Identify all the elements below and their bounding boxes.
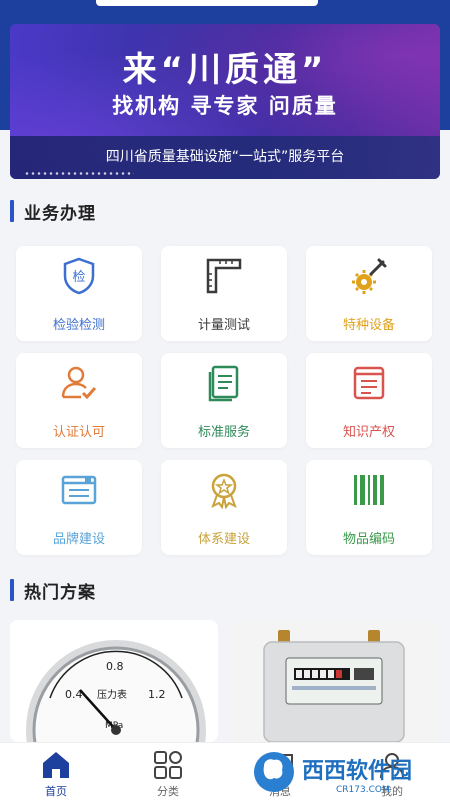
banner-platform-text: 四川省质量基础设施“一站式”服务平台	[105, 149, 345, 165]
banner-title: 来“川质通”	[122, 50, 328, 90]
svg-text:检: 检	[72, 270, 85, 285]
document-icon	[208, 365, 239, 402]
search-bar[interactable]	[96, 0, 318, 6]
gas-meter-image	[230, 620, 440, 742]
barcode-icon	[354, 475, 384, 505]
grid-icon	[154, 751, 182, 779]
hot-section-title: 热门方案	[10, 578, 96, 603]
business-section-title: 业务办理	[10, 199, 96, 224]
service-card-standards[interactable]: 标准服务	[161, 353, 287, 448]
service-label: 知识产权	[342, 425, 395, 440]
section-accent-bar	[10, 579, 14, 601]
service-label: 特种设备	[342, 318, 395, 333]
site-watermark: 西西软件园 CR173.COM	[254, 752, 412, 795]
service-label: 检验检测	[52, 318, 105, 333]
service-label: 物品编码	[342, 532, 395, 547]
service-card-ip[interactable]: 知识产权	[306, 353, 432, 448]
book-icon	[353, 366, 385, 400]
tab-home[interactable]: 首页	[0, 743, 112, 800]
service-label: 认证认可	[52, 425, 105, 440]
service-card-metrology[interactable]: 计量测试	[161, 246, 287, 341]
product-card-gas-meter[interactable]	[230, 620, 440, 742]
service-label: 体系建设	[197, 532, 250, 547]
tab-label: 首页	[45, 785, 67, 798]
tab-category[interactable]: 分类	[112, 743, 224, 800]
user-check-icon	[61, 366, 97, 400]
service-card-inspection[interactable]: 检 检验检测	[16, 246, 142, 341]
business-title-text: 业务办理	[24, 203, 96, 224]
service-card-special-equipment[interactable]: 特种设备	[306, 246, 432, 341]
section-accent-bar	[10, 200, 14, 222]
service-card-brand[interactable]: 品牌建设	[16, 460, 142, 555]
banner-dots	[24, 172, 134, 175]
pressure-gauge-image: 0.4 0.8 1.2 压力表 MPa	[26, 640, 206, 742]
gauge-tick-label: 0.8	[106, 660, 124, 673]
ruler-square-icon	[206, 258, 242, 294]
service-label: 品牌建设	[52, 532, 105, 547]
watermark-url: CR173.COM	[336, 785, 390, 795]
gauge-tick-label: 1.2	[148, 688, 166, 701]
service-label: 计量测试	[197, 318, 250, 333]
watermark-text: 西西软件园	[302, 758, 412, 784]
service-label: 标准服务	[197, 425, 250, 440]
banner-subtitle: 找机构 寻专家 问质量	[112, 94, 338, 118]
gauge-tick-label: 0.4	[65, 688, 83, 701]
hot-title-text: 热门方案	[24, 582, 96, 603]
service-card-coding[interactable]: 物品编码	[306, 460, 432, 555]
promo-banner[interactable]: 来“川质通” 找机构 寻专家 问质量 四川省质量基础设施“一站式”服务平台	[10, 24, 440, 179]
product-card-gauge[interactable]: 0.4 0.8 1.2 压力表 MPa	[10, 620, 218, 742]
shield-check-icon: 检	[63, 257, 95, 295]
home-icon	[43, 752, 69, 778]
service-card-system[interactable]: 体系建设	[161, 460, 287, 555]
tab-label: 分类	[157, 785, 179, 798]
gear-wrench-icon	[352, 258, 387, 294]
service-card-certification[interactable]: 认证认可	[16, 353, 142, 448]
gauge-face-text: 压力表	[97, 688, 127, 701]
award-medal-icon	[211, 473, 237, 510]
brand-book-icon	[61, 475, 97, 505]
